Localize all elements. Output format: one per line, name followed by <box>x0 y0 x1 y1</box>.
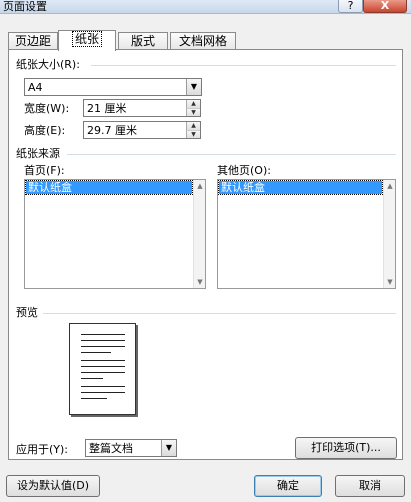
cancel-button[interactable]: 取消 <box>335 475 405 497</box>
tab-document-grid-label: 文档网格 <box>178 34 227 48</box>
spin-down-icon[interactable]: ▼ <box>186 108 200 116</box>
height-value: 29.7 厘米 <box>87 124 137 137</box>
spin-up-icon[interactable]: ▲ <box>186 100 200 108</box>
tab-paper[interactable]: 纸张 <box>58 30 116 51</box>
paper-size-value: A4 <box>28 81 43 94</box>
preview-text-line <box>81 392 125 393</box>
tab-paper-label: 纸张 <box>71 31 103 47</box>
help-button[interactable]: ? <box>338 0 363 13</box>
paper-tab-panel: 纸张大小(R): A4 ▼ 宽度(W): 21 厘米 ▲ ▼ 高度(E): 29… <box>8 49 403 460</box>
page-preview <box>69 323 136 415</box>
tab-margins[interactable]: 页边距 <box>8 32 58 50</box>
preview-text-line <box>81 366 125 367</box>
first-page-label: 首页(F): <box>24 164 65 177</box>
window-title: 页面设置 <box>3 0 47 13</box>
paper-source-section-label: 纸张来源 <box>16 147 60 160</box>
tab-layout-label: 版式 <box>130 34 155 48</box>
preview-text-line <box>81 372 125 373</box>
other-pages-listbox[interactable]: 默认纸盒 ▲ ▼ <box>217 179 396 289</box>
width-label: 宽度(W): <box>24 102 70 115</box>
paper-source-separator <box>67 154 396 155</box>
tab-margins-label: 页边距 <box>14 34 51 48</box>
scroll-up-icon[interactable]: ▲ <box>384 180 396 192</box>
scroll-up-icon[interactable]: ▲ <box>194 180 206 192</box>
chevron-down-icon[interactable]: ▼ <box>186 79 201 95</box>
preview-text-line <box>81 386 125 387</box>
paper-size-section-label: 纸张大小(R): <box>16 58 80 71</box>
apply-to-label: 应用于(Y): <box>16 443 69 456</box>
preview-text-line <box>81 346 125 347</box>
preview-text-line <box>81 340 125 341</box>
height-label: 高度(E): <box>24 124 66 137</box>
paper-size-dropdown[interactable]: A4 ▼ <box>24 78 202 96</box>
spin-down-icon[interactable]: ▼ <box>186 130 200 138</box>
preview-text-line <box>81 360 125 361</box>
chevron-down-icon[interactable]: ▼ <box>161 440 176 456</box>
print-options-button[interactable]: 打印选项(T)... <box>295 437 397 459</box>
other-pages-selected-item[interactable]: 默认纸盒 <box>218 180 383 195</box>
preview-separator <box>43 313 396 314</box>
width-value: 21 厘米 <box>87 102 127 115</box>
tab-document-grid[interactable]: 文档网格 <box>170 32 236 50</box>
tab-layout[interactable]: 版式 <box>118 32 168 50</box>
set-default-button[interactable]: 设为默认值(D) <box>6 475 100 497</box>
preview-text-line <box>81 334 125 335</box>
preview-text-line <box>81 378 103 379</box>
other-pages-scrollbar[interactable]: ▲ ▼ <box>383 180 395 288</box>
width-spinner[interactable]: 21 厘米 ▲ ▼ <box>83 99 201 117</box>
scroll-down-icon[interactable]: ▼ <box>384 276 396 288</box>
paper-size-separator <box>91 65 396 66</box>
first-page-scrollbar[interactable]: ▲ ▼ <box>193 180 205 288</box>
title-bar: 页面设置 ? X <box>0 0 411 14</box>
first-page-selected-item[interactable]: 默认纸盒 <box>25 180 193 195</box>
height-spinner[interactable]: 29.7 厘米 ▲ ▼ <box>83 121 201 139</box>
apply-to-dropdown[interactable]: 整篇文档 ▼ <box>85 439 177 457</box>
spin-up-icon[interactable]: ▲ <box>186 122 200 130</box>
preview-section-label: 预览 <box>16 306 38 319</box>
preview-text-line <box>81 352 111 353</box>
ok-button[interactable]: 确定 <box>254 475 322 497</box>
other-pages-label: 其他页(O): <box>217 164 271 177</box>
apply-to-value: 整篇文档 <box>89 442 133 455</box>
preview-text-line <box>81 398 107 399</box>
first-page-listbox[interactable]: 默认纸盒 ▲ ▼ <box>24 179 206 289</box>
close-button[interactable]: X <box>363 0 407 13</box>
scroll-down-icon[interactable]: ▼ <box>194 276 206 288</box>
